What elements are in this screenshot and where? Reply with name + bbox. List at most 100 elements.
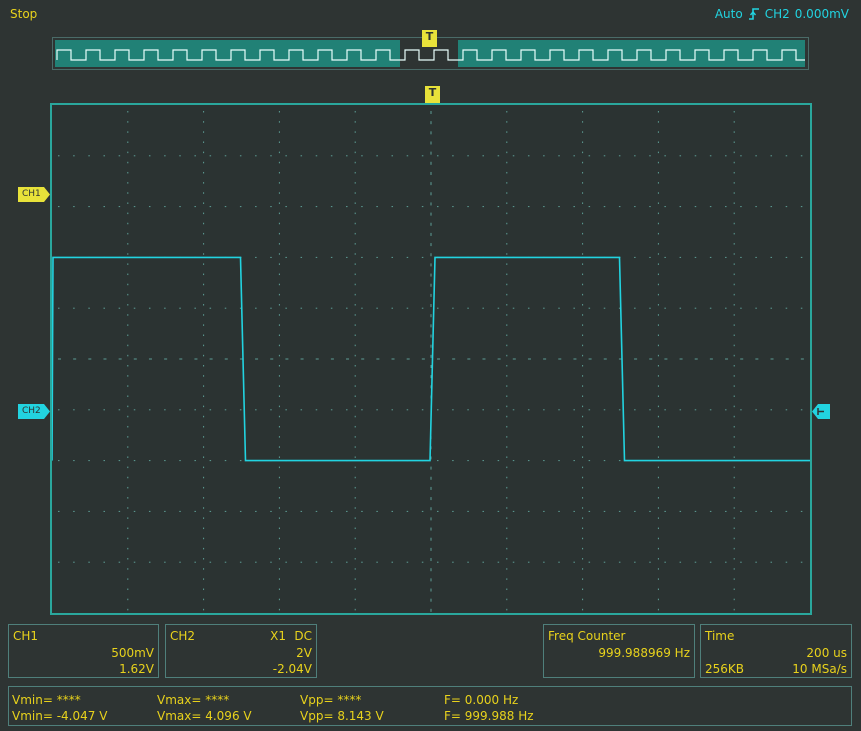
- grid-dot: [582, 344, 584, 347]
- grid-dot: [278, 111, 280, 113]
- run-state-label[interactable]: Stop: [10, 7, 37, 21]
- grid-dot: [543, 409, 545, 411]
- grid-dot: [430, 202, 432, 206]
- grid-dot: [506, 202, 508, 204]
- grid-dot: [179, 561, 181, 563]
- grid-dot: [657, 161, 659, 164]
- ch1-settings-panel[interactable]: CH1 500mV 1.62V: [8, 624, 159, 678]
- grid-dot: [58, 307, 60, 309]
- grid-dot: [506, 182, 508, 184]
- ch1-offset: 1.62V: [119, 662, 154, 676]
- grid-dot: [512, 358, 516, 360]
- grid-dot: [209, 307, 212, 309]
- grid-dot: [278, 171, 280, 174]
- grid-dot: [664, 510, 666, 512]
- grid-dot: [506, 161, 508, 164]
- grid-dot: [582, 385, 584, 387]
- grid-dot: [733, 293, 735, 296]
- grid-dot: [164, 561, 166, 563]
- grid-dot: [657, 405, 659, 408]
- grid-dot: [354, 314, 356, 316]
- grid-dot: [603, 307, 606, 309]
- grid-dot: [203, 446, 205, 448]
- grid-dot: [278, 243, 280, 245]
- grid-dot: [203, 131, 205, 133]
- grid-dot: [755, 358, 759, 360]
- ch2-coupling: DC: [294, 629, 312, 643]
- grid-dot: [506, 253, 508, 255]
- grid-dot: [354, 354, 356, 357]
- grid-dot: [203, 517, 205, 519]
- timebase-panel[interactable]: Time 200 us 256KB 10 MSa/s: [700, 624, 852, 678]
- grid-dot: [203, 202, 205, 204]
- grid-dot: [603, 409, 606, 411]
- grid-dot: [315, 206, 318, 208]
- grid-dot: [497, 206, 500, 208]
- grid-dot: [127, 171, 129, 174]
- grid-dot: [506, 121, 508, 123]
- grid-dot: [73, 155, 75, 157]
- grid-dot: [203, 324, 205, 326]
- grid-dot: [88, 358, 92, 360]
- grid-dot: [657, 385, 659, 387]
- grid-dot: [203, 293, 205, 296]
- grid-dot: [740, 155, 742, 157]
- overview-left-region: [55, 40, 400, 67]
- grid-dot: [430, 588, 432, 592]
- grid-dot: [270, 206, 272, 208]
- grid-dot: [430, 121, 432, 125]
- grid-dot: [354, 456, 356, 458]
- overview-trigger-marker[interactable]: T: [422, 30, 437, 47]
- grid-dot: [203, 171, 205, 174]
- grid-dot: [354, 131, 356, 133]
- grid-dot: [800, 409, 803, 411]
- trigger-info[interactable]: Auto CH2 0.000mV: [715, 7, 849, 21]
- grid-dot: [649, 307, 651, 309]
- grid-dot: [285, 561, 287, 563]
- grid-dot: [391, 155, 394, 157]
- grid-dot: [755, 510, 757, 512]
- grid-dot: [133, 561, 136, 563]
- grid-dot: [203, 608, 205, 611]
- grid-dot: [354, 588, 356, 591]
- ch2-trigger-level-marker[interactable]: [812, 404, 830, 422]
- grid-dot: [391, 409, 394, 411]
- grid-dot: [785, 307, 788, 309]
- grid-dot: [278, 385, 280, 387]
- grid-dot: [506, 547, 508, 550]
- grid-dot: [224, 206, 227, 208]
- grid-dot: [203, 354, 205, 357]
- grid-dot: [497, 307, 500, 309]
- grid-dot: [582, 192, 584, 194]
- grid-dot: [573, 358, 577, 360]
- grid-dot: [770, 256, 773, 258]
- grid-dot: [582, 415, 584, 418]
- grid-dot: [376, 155, 378, 157]
- grid-dot: [270, 358, 274, 360]
- grid-dot: [164, 155, 166, 157]
- waveform-display[interactable]: [50, 103, 812, 615]
- ch2-settings-panel[interactable]: CH2 X1 DC 2V -2.04V: [165, 624, 317, 678]
- grid-dot: [618, 409, 621, 411]
- grid-dot: [278, 547, 280, 550]
- grid-dot: [127, 182, 129, 184]
- measurement-bar[interactable]: Vmin= **** Vmax= **** Vpp= **** F= 0.000…: [8, 686, 852, 726]
- grid-dot: [430, 263, 432, 267]
- grid-dot: [573, 155, 575, 157]
- grid-dot: [467, 206, 469, 208]
- grid-dot: [127, 151, 129, 154]
- grid-dot: [430, 344, 432, 348]
- grid-dot: [657, 588, 659, 591]
- grid-dot: [506, 354, 508, 357]
- grid-dot: [315, 409, 318, 411]
- grid-dot: [512, 409, 515, 411]
- freq-counter-panel[interactable]: Freq Counter 999.988969 Hz: [543, 624, 695, 678]
- grid-dot: [354, 558, 356, 560]
- grid-dot: [278, 568, 280, 570]
- grid-dot: [770, 358, 774, 360]
- grid-dot: [278, 131, 280, 133]
- grid-dot: [430, 131, 432, 135]
- trigger-position-marker[interactable]: T: [425, 86, 440, 103]
- grid-dot: [103, 510, 105, 512]
- grid-dot: [203, 273, 205, 276]
